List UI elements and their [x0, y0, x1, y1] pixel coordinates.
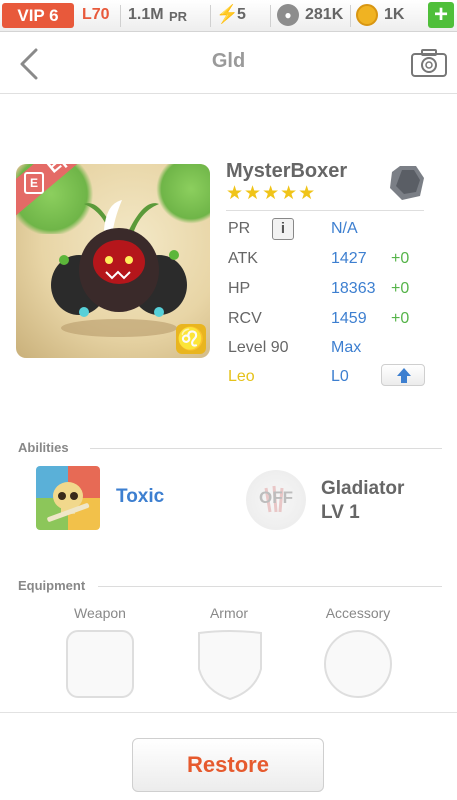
stat-label-rcv: RCV	[228, 310, 262, 327]
level-value: Max	[331, 339, 362, 356]
power-suffix: PR	[169, 9, 188, 24]
stat-bonus-hp: +0	[391, 280, 410, 297]
food-value: 281K	[305, 6, 344, 23]
footer-divider	[0, 712, 457, 713]
divider	[270, 5, 271, 27]
zodiac-label: Leo	[228, 368, 255, 385]
monster-name: MysterBoxer	[226, 160, 348, 182]
passive-level: LV 1	[321, 502, 360, 523]
zodiac-level: L0	[331, 368, 349, 385]
page-title: Gld	[211, 50, 246, 72]
weapon-slot[interactable]	[66, 630, 134, 698]
paw-food-icon: ●	[277, 4, 299, 26]
skull-icon	[47, 482, 90, 522]
passive-skill-icon[interactable]: OFF	[246, 470, 306, 530]
status-bar: VIP 6 L70 1.1M PR ⚡ 5 ● 281K 1K +	[0, 0, 457, 32]
toxic-skill-icon[interactable]	[36, 466, 100, 530]
stat-label-hp: HP	[228, 280, 251, 297]
monster-portrait[interactable]: Epic E ♌	[16, 164, 210, 358]
power-value: 1.1M	[128, 6, 164, 23]
accessory-label: Accessory	[325, 605, 391, 621]
stat-value-pr: N/A	[331, 220, 358, 237]
armor-slot[interactable]	[195, 629, 265, 701]
level-label: Level 90	[228, 339, 289, 356]
monster-artwork	[51, 200, 187, 337]
divider	[98, 586, 442, 587]
weapon-label: Weapon	[74, 605, 126, 621]
divider	[90, 448, 442, 449]
divider	[210, 5, 211, 27]
stat-value-rcv: 1459	[331, 310, 367, 327]
vip-badge[interactable]: VIP 6	[2, 3, 74, 28]
stat-value-atk: 1427	[331, 250, 367, 267]
accessory-slot[interactable]	[324, 630, 392, 698]
divider	[226, 210, 424, 211]
star-rating: ★★★★★	[226, 183, 317, 204]
stat-label-atk: ATK	[228, 250, 258, 267]
energy-value: 5	[237, 6, 246, 23]
stat-label-pr: PR	[228, 220, 251, 237]
restore-button[interactable]: Restore	[132, 738, 324, 792]
stat-value-hp: 18363	[331, 280, 376, 297]
element-icon: E	[24, 172, 44, 194]
armor-label: Armor	[209, 605, 249, 621]
header-bar: Gld	[0, 32, 457, 94]
divider	[120, 5, 121, 27]
add-currency-button[interactable]: +	[428, 2, 454, 28]
skill-name[interactable]: Toxic	[116, 486, 164, 508]
gold-value: 1K	[384, 6, 405, 23]
divider	[350, 5, 351, 27]
camera-icon[interactable]	[410, 48, 448, 78]
info-icon[interactable]: i	[272, 218, 294, 240]
gold-coin-icon	[356, 4, 378, 26]
passive-state: OFF	[259, 488, 293, 507]
upgrade-zodiac-button[interactable]	[381, 364, 425, 386]
stat-bonus-rcv: +0	[391, 310, 410, 327]
abilities-heading: Abilities	[18, 440, 69, 455]
passive-name: Gladiator	[321, 478, 405, 499]
leo-zodiac-icon: ♌	[176, 324, 206, 354]
equipment-heading: Equipment	[18, 578, 86, 593]
lightning-icon: ⚡	[216, 4, 239, 24]
stone-element-icon	[390, 166, 424, 200]
arrow-up-icon	[397, 368, 411, 383]
player-level: L70	[82, 6, 110, 23]
stat-bonus-atk: +0	[391, 250, 410, 267]
